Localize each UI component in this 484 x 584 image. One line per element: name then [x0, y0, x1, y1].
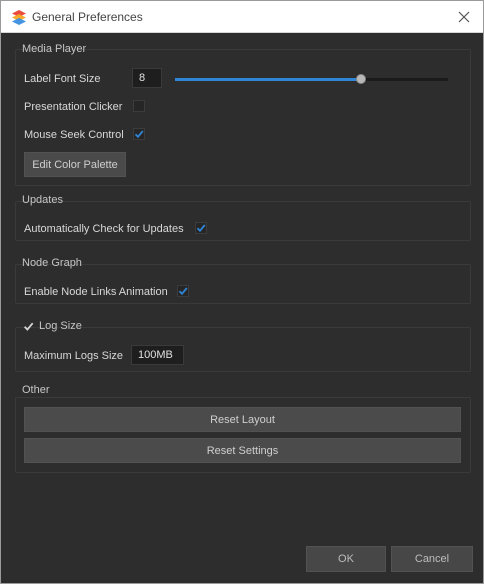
checkmark-icon	[23, 322, 33, 331]
slider-handle[interactable]	[355, 74, 366, 84]
slider-fill	[175, 78, 361, 81]
checkmark-icon	[196, 224, 206, 233]
title-bar: General Preferences	[1, 1, 483, 33]
reset-settings-button[interactable]: Reset Settings	[24, 438, 461, 463]
updates-group-title: Updates	[22, 194, 63, 206]
checkmark-icon	[178, 287, 188, 296]
ok-button[interactable]: OK	[306, 546, 386, 572]
log-size-checkbox[interactable]	[22, 320, 34, 332]
app-logo-icon	[12, 10, 26, 25]
presentation-clicker-checkbox[interactable]	[133, 100, 145, 112]
node-graph-group-title: Node Graph	[22, 257, 82, 269]
log-size-group-title: Log Size	[39, 320, 82, 332]
node-links-animation-label: Enable Node Links Animation	[24, 286, 168, 298]
checkmark-icon	[134, 130, 144, 139]
close-button[interactable]	[451, 5, 477, 29]
label-font-size-input[interactable]: 8	[132, 68, 162, 88]
updates-group	[15, 201, 471, 241]
preferences-window: General Preferences Media Player Label F…	[0, 0, 484, 584]
edit-color-palette-button[interactable]: Edit Color Palette	[24, 152, 126, 177]
max-logs-size-label: Maximum Logs Size	[24, 350, 124, 362]
reset-layout-button[interactable]: Reset Layout	[24, 407, 461, 432]
max-logs-size-input[interactable]: 100MB	[131, 345, 184, 365]
label-font-size-slider[interactable]	[175, 74, 448, 84]
window-title: General Preferences	[32, 10, 143, 24]
auto-check-updates-checkbox[interactable]	[195, 222, 207, 234]
node-links-animation-checkbox[interactable]	[177, 285, 189, 297]
close-icon	[458, 11, 470, 23]
mouse-seek-control-checkbox[interactable]	[133, 128, 145, 140]
label-font-size-label: Label Font Size	[24, 73, 101, 85]
media-player-group-title: Media Player	[22, 43, 87, 55]
auto-check-updates-label: Automatically Check for Updates	[24, 223, 184, 235]
other-group-title: Other	[22, 384, 50, 396]
presentation-clicker-label: Presentation Clicker	[24, 101, 123, 113]
dialog-body: Media Player Label Font Size 8 Presentat…	[1, 34, 483, 583]
cancel-button[interactable]: Cancel	[391, 546, 473, 572]
node-graph-group	[15, 264, 471, 304]
mouse-seek-control-label: Mouse Seek Control	[24, 129, 124, 141]
